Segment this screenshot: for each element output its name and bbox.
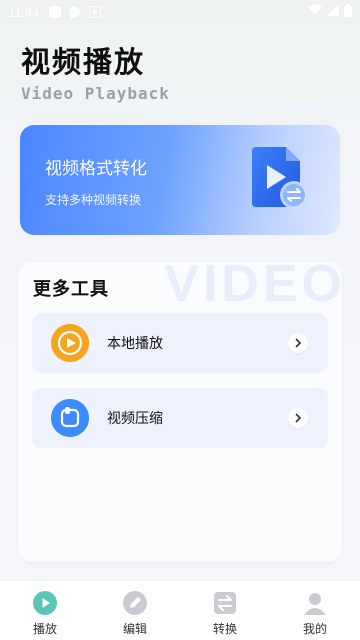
nav-label: 我的 xyxy=(302,622,327,636)
status-time: 11:44 xyxy=(8,4,40,20)
chevron-right-icon xyxy=(288,333,308,353)
nav-item-convert[interactable]: 转换 xyxy=(180,581,270,640)
nav-item-edit[interactable]: 编辑 xyxy=(90,581,180,640)
nav-label: 转换 xyxy=(212,622,237,636)
page-title: 视频播放 xyxy=(21,45,146,79)
bottom-nav: 播放 编辑 转换 我的 xyxy=(0,580,360,640)
tool-item-label: 视频压缩 xyxy=(107,411,163,427)
video-file-convert-icon xyxy=(250,145,310,211)
header: 视频播放 Video Playback xyxy=(21,44,170,103)
status-bar: 11:44 xyxy=(0,0,360,24)
chevron-right-icon xyxy=(288,408,308,428)
tools-watermark: VIDEO xyxy=(164,262,342,313)
tools-title: 更多工具 xyxy=(33,279,109,300)
pencil-icon xyxy=(123,591,147,615)
convert-card-title: 视频格式转化 xyxy=(45,159,147,179)
status-right xyxy=(308,3,352,21)
signal-icon xyxy=(327,4,339,20)
play-circle-icon xyxy=(51,324,89,362)
page-subtitle: Video Playback xyxy=(21,84,170,103)
more-tools-panel: VIDEO 更多工具 本地播放 视频压缩 xyxy=(18,262,342,562)
tool-item-video-compress[interactable]: 视频压缩 xyxy=(32,388,328,448)
nav-label: 编辑 xyxy=(122,622,147,636)
compress-icon xyxy=(51,399,89,437)
nav-item-mine[interactable]: 我的 xyxy=(270,581,360,640)
message-bubble-icon xyxy=(68,5,82,19)
wifi-icon xyxy=(308,4,322,20)
tool-item-label: 本地播放 xyxy=(107,336,163,352)
app-notification-icon xyxy=(88,5,102,19)
video-format-convert-card[interactable]: 视频格式转化 支持多种视频转换 xyxy=(20,125,340,235)
battery-icon xyxy=(344,3,352,21)
play-icon xyxy=(33,591,57,615)
convert-card-description: 支持多种视频转换 xyxy=(45,193,142,207)
swap-icon xyxy=(213,591,237,615)
user-icon xyxy=(303,591,327,615)
tool-item-local-play[interactable]: 本地播放 xyxy=(32,313,328,373)
nav-label: 播放 xyxy=(32,622,57,636)
nav-item-play[interactable]: 播放 xyxy=(0,581,90,640)
notification-square-icon xyxy=(48,5,62,19)
